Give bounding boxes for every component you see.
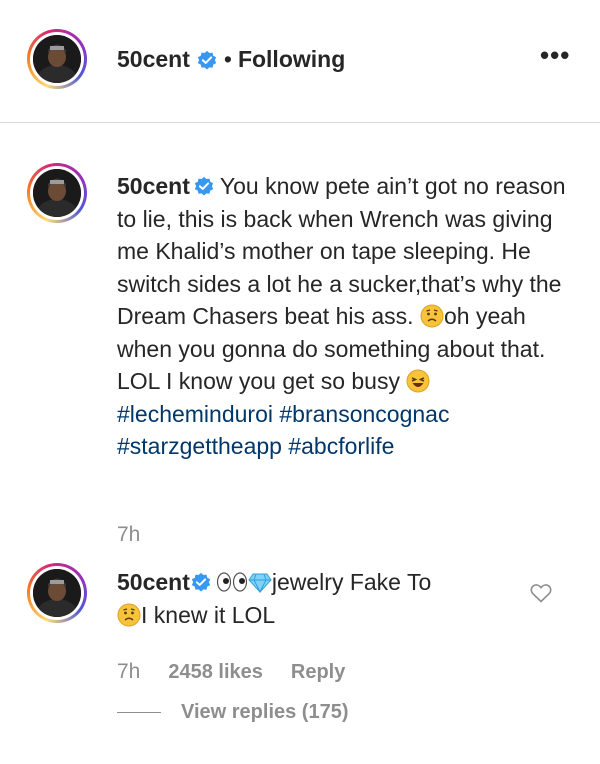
caption-timestamp: 7h [117, 523, 141, 546]
header-user-row: 50cent • Following [117, 46, 345, 73]
hashtag-link[interactable]: #abcforlife [288, 433, 394, 459]
view-replies-button[interactable]: View replies (175) [117, 701, 349, 724]
heart-outline-icon[interactable] [529, 581, 553, 605]
divider-line [117, 712, 161, 713]
header-separator: • [223, 46, 232, 72]
verified-badge-icon [197, 50, 217, 70]
comment-body-2: I knew it LOL [141, 601, 276, 628]
hashtag-link[interactable]: #bransoncognac [279, 401, 449, 427]
view-replies-label[interactable]: View replies (175) [181, 701, 349, 724]
comment-meta: 7h 2458 likes Reply [117, 660, 345, 684]
laughing-face-emoji [406, 369, 430, 393]
worried-face-emoji [117, 603, 141, 626]
comment-avatar[interactable] [27, 563, 87, 623]
verified-badge-icon [191, 572, 211, 592]
profile-photo [33, 569, 81, 617]
comment-username[interactable]: 50cent [117, 569, 190, 595]
caption-text: 50cent You know pete ain’t got no reason… [117, 170, 567, 463]
following-button[interactable]: Following [238, 46, 345, 73]
gem-emoji [248, 573, 272, 594]
comment-timestamp: 7h [117, 660, 141, 683]
profile-photo [33, 169, 81, 217]
verified-badge-icon [194, 176, 214, 196]
avatar[interactable] [27, 29, 87, 89]
comment-likes[interactable]: 2458 likes [168, 661, 263, 684]
worried-face-emoji [420, 304, 444, 328]
header-username[interactable]: 50cent [117, 46, 190, 73]
eyes-emoji [216, 572, 247, 592]
caption-avatar[interactable] [27, 163, 87, 223]
caption-username[interactable]: 50cent [117, 173, 190, 199]
profile-photo [33, 35, 81, 83]
comment-text: 50cent jewelry Fake To I knew it LOL [117, 566, 517, 631]
hashtag-link[interactable]: #starzgettheapp [117, 433, 282, 459]
hashtag-link[interactable]: #lecheminduroi [117, 401, 273, 427]
comment-body-1: jewelry Fake To [271, 569, 432, 595]
more-options-icon[interactable]: ••• [540, 42, 570, 68]
post-header: 50cent • Following ••• [0, 0, 600, 123]
reply-button[interactable]: Reply [291, 661, 345, 684]
